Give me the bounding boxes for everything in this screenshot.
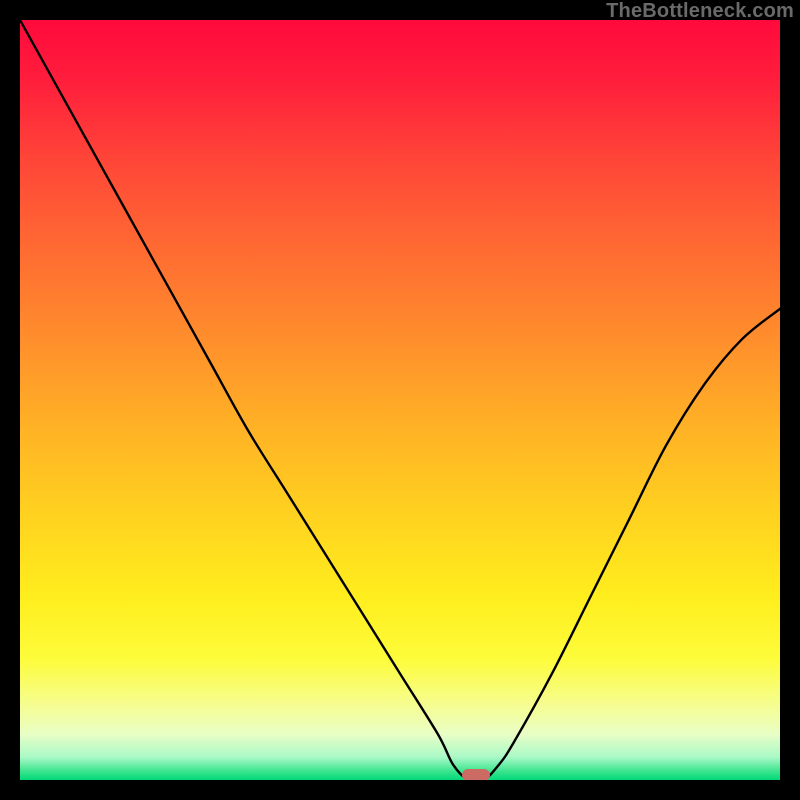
optimal-marker — [462, 769, 490, 780]
bottleneck-curve-svg — [20, 20, 780, 780]
plot-area — [20, 20, 780, 780]
chart-frame: TheBottleneck.com — [0, 0, 800, 800]
bottleneck-curve — [20, 20, 780, 780]
